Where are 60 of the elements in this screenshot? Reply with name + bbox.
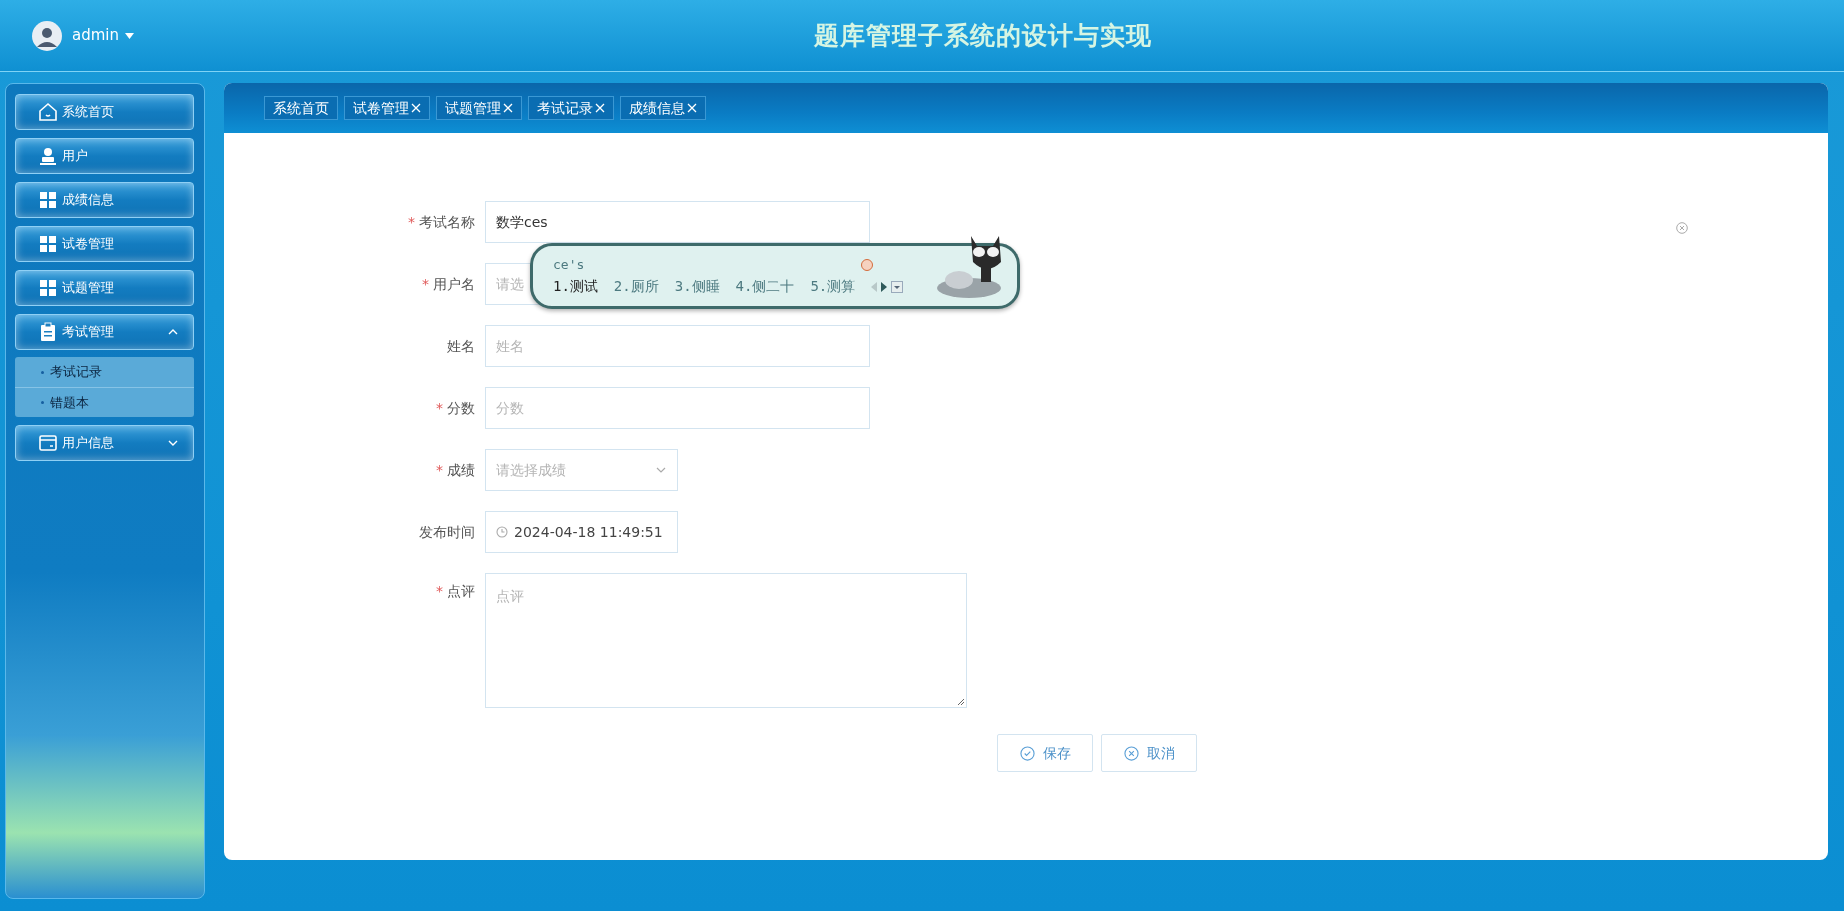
app-title: 题库管理子系统的设计与实现 [814, 19, 1153, 52]
required-mark: * [422, 274, 429, 294]
check-circle-icon [1019, 745, 1035, 761]
clipboard-icon [38, 322, 58, 342]
ime-candidate[interactable]: 2.厕所 [613, 276, 659, 298]
tab[interactable]: 考试记录 [528, 96, 614, 120]
close-icon[interactable] [687, 103, 697, 113]
sidebar-item[interactable]: 系统首页 [15, 94, 194, 130]
date-time-field[interactable]: 2024-04-18 11:49:51 [485, 511, 678, 553]
expand-icon[interactable] [891, 280, 904, 293]
required-mark: * [436, 582, 443, 601]
sidebar-item[interactable]: 用户 [15, 138, 194, 174]
close-circle-icon [1123, 745, 1139, 761]
required-mark: * [436, 460, 443, 480]
field-label: 发布时间 [419, 522, 475, 542]
avatar-icon[interactable] [32, 20, 62, 51]
close-icon[interactable] [503, 103, 513, 113]
field-label: 姓名 [447, 336, 475, 356]
bullet-icon [41, 370, 44, 374]
tab[interactable]: 成绩信息 [620, 96, 706, 120]
sidebar-item[interactable]: 试题管理 [15, 270, 194, 306]
sidebar-item[interactable]: 用户信息 [15, 425, 194, 461]
required-mark: * [436, 398, 443, 418]
field-label: 用户名 [433, 274, 475, 294]
tab[interactable]: 试卷管理 [344, 96, 430, 120]
tab[interactable]: 试题管理 [436, 96, 522, 120]
submenu-item[interactable]: 错题本 [15, 387, 194, 417]
submenu-item[interactable]: 考试记录 [15, 357, 194, 387]
grid-icon [38, 190, 58, 210]
next-page-icon[interactable] [880, 281, 888, 292]
user-menu[interactable]: admin [72, 24, 134, 47]
ime-candidate[interactable]: 3.侧睡 [674, 276, 720, 298]
close-icon[interactable] [411, 103, 421, 113]
tab[interactable]: 系统首页 [264, 96, 338, 120]
grid-icon [38, 234, 58, 254]
user-icon [38, 146, 58, 166]
sidebar-item[interactable]: 成绩信息 [15, 182, 194, 218]
field-label: 点评 [447, 582, 475, 601]
cancel-button[interactable]: 取消 [1101, 734, 1197, 772]
resize-handle-icon[interactable] [957, 698, 965, 706]
ime-candidate[interactable]: 1.测试 [553, 276, 598, 298]
sidebar-item[interactable]: 试卷管理 [15, 226, 194, 262]
bullet-icon [41, 401, 44, 404]
text-field[interactable]: 数学ces [485, 201, 870, 243]
close-icon[interactable] [595, 103, 605, 113]
field-label: 成绩 [447, 460, 475, 480]
grid-icon [38, 278, 58, 298]
card-icon [38, 433, 58, 453]
save-button[interactable]: 保存 [997, 734, 1093, 772]
required-mark: * [408, 212, 415, 232]
ime-candidate[interactable]: 5.测算 [810, 276, 856, 298]
field-label: 分数 [447, 398, 475, 418]
ime-candidate[interactable]: 4.侧二十 [735, 276, 795, 298]
home-icon [38, 102, 58, 122]
ime-composition-text: ce's [553, 255, 585, 274]
caret-down-icon [125, 32, 134, 39]
clock-icon [496, 526, 508, 538]
sidebar-item[interactable]: 考试管理 [15, 314, 194, 350]
ime-status-icon[interactable] [861, 258, 873, 271]
field-label: 考试名称 [419, 212, 475, 232]
